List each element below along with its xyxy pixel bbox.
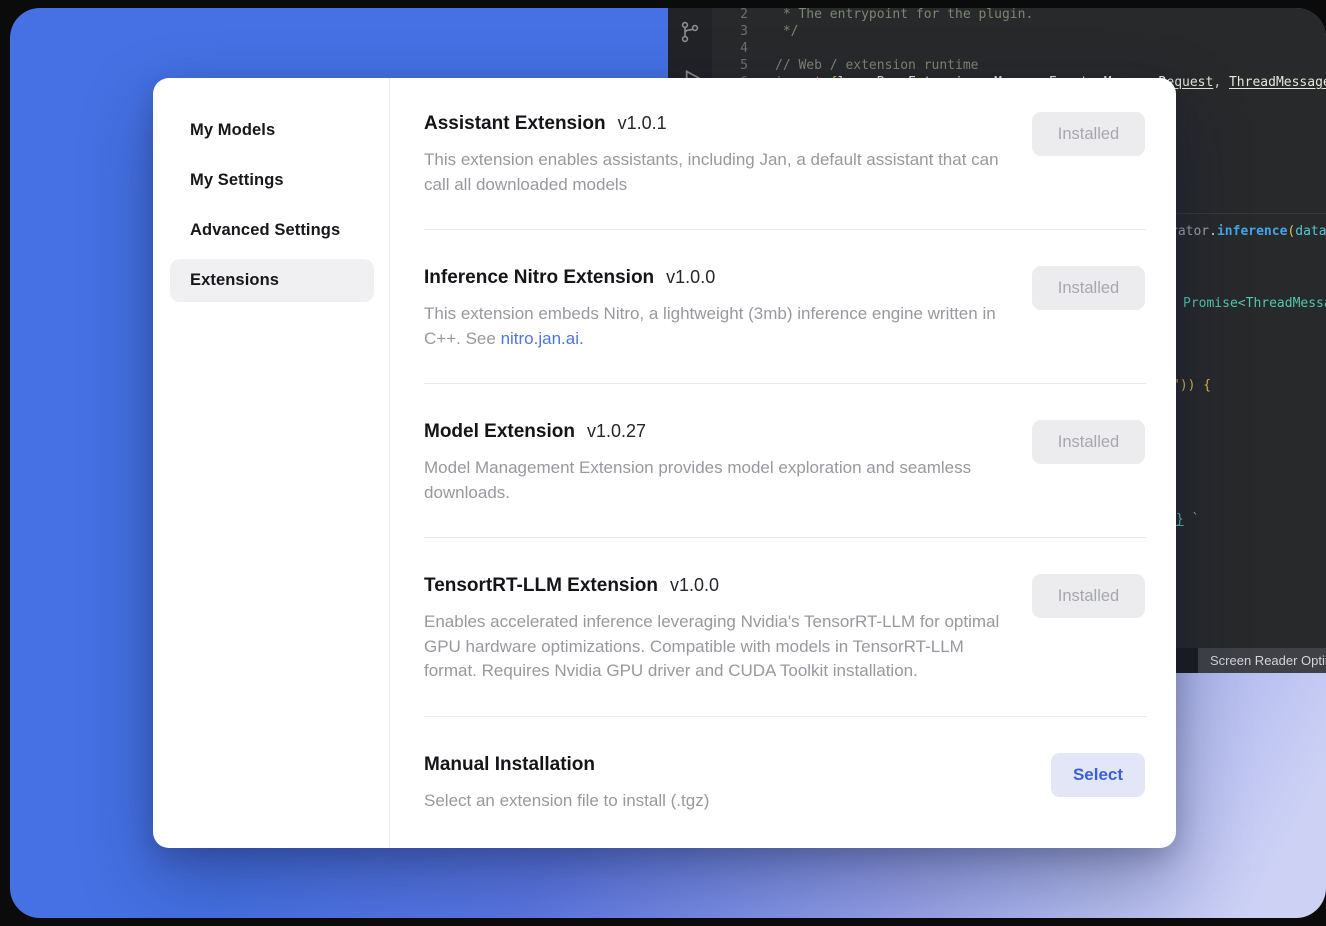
code-line: 4 xyxy=(712,40,1326,57)
extension-version: v1.0.27 xyxy=(587,421,646,441)
extension-version: v1.0.0 xyxy=(670,575,719,595)
extension-name: Assistant Extension xyxy=(424,113,606,134)
extension-description: This extension embeds Nitro, a lightweig… xyxy=(424,302,1014,351)
code-text: data xyxy=(1295,224,1326,239)
row-divider xyxy=(424,229,1146,230)
code-text: ` xyxy=(1184,512,1200,527)
sidebar-item-advanced-settings[interactable]: Advanced Settings xyxy=(170,209,374,252)
code-text: * The entrypoint for the plugin. xyxy=(775,8,1033,22)
code-line: 5 // Web / extension runtime xyxy=(712,57,1326,74)
installed-button[interactable]: Installed xyxy=(1032,112,1145,156)
installed-button[interactable]: Installed xyxy=(1032,266,1145,310)
row-divider xyxy=(424,537,1146,538)
extension-row-inference-nitro: Inference Nitro Extension v1.0.0 This ext… xyxy=(424,264,1146,351)
code-text: . xyxy=(1209,224,1217,239)
sidebar-item-label: Advanced Settings xyxy=(190,221,340,240)
row-divider xyxy=(424,716,1146,717)
code-line: 3 */ xyxy=(712,23,1326,40)
settings-sidebar: My Models My Settings Advanced Settings … xyxy=(153,78,390,848)
extensions-list: Assistant Extension v1.0.1 This extension… xyxy=(390,78,1176,848)
nitro-jan-ai-link[interactable]: nitro.jan.ai. xyxy=(501,329,584,348)
line-number: 4 xyxy=(712,40,748,57)
extension-name: TensortRT-LLM Extension xyxy=(424,575,658,596)
code-fragment: ")) { xyxy=(1172,378,1211,393)
line-number: 5 xyxy=(712,57,748,74)
extension-version: v1.0.1 xyxy=(618,113,667,133)
installed-button[interactable]: Installed xyxy=(1032,574,1145,618)
code-text: */ xyxy=(775,24,798,39)
sidebar-item-label: Extensions xyxy=(190,271,279,290)
sidebar-item-extensions[interactable]: Extensions xyxy=(170,259,374,302)
installed-button[interactable]: Installed xyxy=(1032,420,1145,464)
extension-description: Enables accelerated inference leveraging… xyxy=(424,610,1014,684)
extension-description-text: This extension enables assistants, inclu… xyxy=(424,150,999,194)
sidebar-item-label: My Settings xyxy=(190,171,284,190)
extension-version: v1.0.0 xyxy=(666,267,715,287)
extension-description: This extension enables assistants, inclu… xyxy=(424,148,1014,197)
extension-row-assistant: Assistant Extension v1.0.1 This extension… xyxy=(424,110,1146,197)
code-fragment: Promise<ThreadMessage> xyxy=(1183,296,1326,311)
code-text: ThreadMessage xyxy=(1229,75,1326,90)
code-text: , xyxy=(1213,75,1229,90)
extension-description-text: Model Management Extension provides mode… xyxy=(424,458,971,502)
code-text: // Web / extension runtime xyxy=(775,58,979,73)
extension-row-model: Model Extension v1.0.27 Model Management … xyxy=(424,418,1146,505)
source-control-icon[interactable] xyxy=(678,20,702,48)
extension-row-tensorrt-llm: TensortRT-LLM Extension v1.0.0 Enables ac… xyxy=(424,572,1146,684)
sidebar-item-my-settings[interactable]: My Settings xyxy=(170,159,374,202)
extension-name: Model Extension xyxy=(424,421,575,442)
code-text: inference xyxy=(1217,224,1287,239)
screen-reader-optimized-badge[interactable]: Screen Reader Optimize xyxy=(1198,648,1326,673)
extension-name: Inference Nitro Extension xyxy=(424,267,654,288)
settings-modal: My Models My Settings Advanced Settings … xyxy=(153,78,1176,848)
line-number: 2 xyxy=(712,8,748,23)
code-fragment: rator.inference(data)); xyxy=(1170,224,1326,239)
extension-description-text: Enables accelerated inference leveraging… xyxy=(424,612,999,680)
row-divider xyxy=(424,383,1146,384)
sidebar-item-label: My Models xyxy=(190,121,275,140)
sidebar-item-my-models[interactable]: My Models xyxy=(170,109,374,152)
code-line: 2 * The entrypoint for the plugin. xyxy=(712,8,1326,23)
line-number: 3 xyxy=(712,23,748,40)
extension-description: Model Management Extension provides mode… xyxy=(424,456,1014,505)
select-extension-file-button[interactable]: Select xyxy=(1051,753,1145,797)
extension-description: Select an extension file to install (.tg… xyxy=(424,789,1014,814)
extension-description-text: Select an extension file to install (.tg… xyxy=(424,791,709,810)
extension-title: Manual Installation xyxy=(424,751,1146,778)
extension-row-manual-installation: Manual Installation Select an extension … xyxy=(424,751,1146,814)
hero-background: 2 * The entrypoint for the plugin. 3 */ … xyxy=(10,8,1326,918)
extension-name: Manual Installation xyxy=(424,754,595,775)
